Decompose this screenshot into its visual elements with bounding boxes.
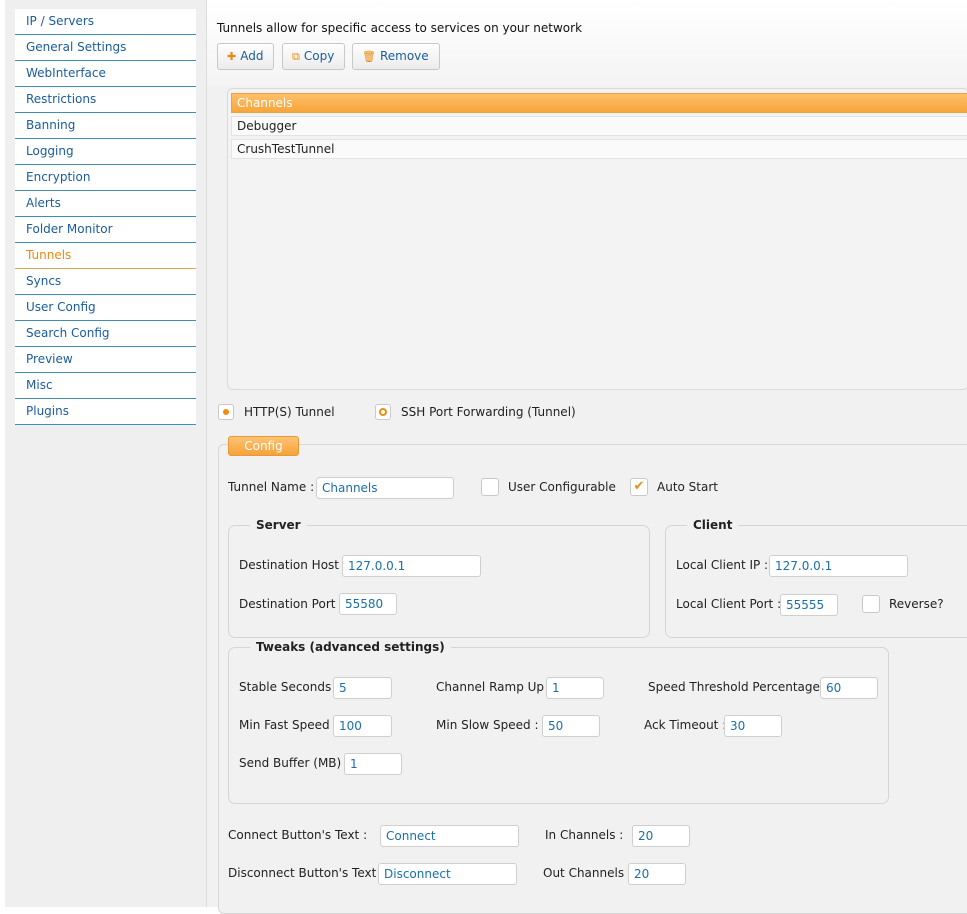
sidebar-item-logging[interactable]: Logging <box>15 139 196 165</box>
sidebar-item-misc[interactable]: Misc <box>15 373 196 399</box>
radio-selected-dot <box>223 409 229 415</box>
send-buffer-label: Send Buffer (MB) : <box>239 756 350 770</box>
sidebar-nav: IP / Servers General Settings WebInterfa… <box>15 9 196 425</box>
local-client-ip-label: Local Client IP : <box>676 558 769 572</box>
main-panel: Tunnels allow for specific access to ser… <box>207 0 967 914</box>
sidebar-item-alerts[interactable]: Alerts <box>15 191 196 217</box>
http-tunnel-radio[interactable] <box>218 404 234 420</box>
tunnel-name-label: Tunnel Name : <box>228 480 315 494</box>
page-description: Tunnels allow for specific access to ser… <box>217 21 583 35</box>
destination-host-label: Destination Host : <box>239 558 347 572</box>
connect-text-field[interactable]: Connect <box>380 825 519 847</box>
toolbar: Tunnels allow for specific access to ser… <box>207 0 967 86</box>
add-label: Add <box>240 49 264 63</box>
out-channels-field[interactable]: 20 <box>628 863 686 885</box>
add-button[interactable]: ✚ Add <box>217 43 275 70</box>
sidebar-item-ip-servers[interactable]: IP / Servers <box>15 9 196 35</box>
tunnel-list-item[interactable]: CrushTestTunnel <box>231 139 967 159</box>
connect-text-label: Connect Button's Text : <box>228 828 368 842</box>
user-configurable-label: User Configurable <box>508 480 616 494</box>
destination-port-label: Destination Port : <box>239 597 344 611</box>
remove-label: Remove <box>379 49 429 63</box>
ssh-forwarding-label: SSH Port Forwarding (Tunnel) <box>401 405 576 419</box>
remove-button[interactable]: 🗑 Remove <box>352 43 440 70</box>
stable-seconds-field[interactable]: 5 <box>333 677 392 699</box>
channel-ramp-up-field[interactable]: 1 <box>546 677 604 699</box>
sidebar-item-tunnels[interactable]: Tunnels <box>15 243 196 269</box>
sidebar-item-user-config[interactable]: User Config <box>15 295 196 321</box>
sidebar-item-webinterface[interactable]: WebInterface <box>15 61 196 87</box>
config-tab[interactable]: Config <box>228 436 299 456</box>
auto-start-label: Auto Start <box>657 480 718 494</box>
tunnel-name-field[interactable]: Channels <box>316 477 454 499</box>
disconnect-text-label: Disconnect Button's Text : <box>228 866 385 880</box>
tunnel-list: Channels Debugger CrushTestTunnel <box>227 88 967 390</box>
copy-button[interactable]: ⧉ Copy <box>282 43 346 70</box>
in-channels-label: In Channels : <box>545 828 624 842</box>
out-channels-label: Out Channels : <box>543 866 632 880</box>
ack-timeout-field[interactable]: 30 <box>724 715 782 737</box>
local-client-port-field[interactable]: 55555 <box>780 594 838 616</box>
server-group <box>228 525 650 638</box>
speed-threshold-field[interactable]: 60 <box>820 677 878 699</box>
sidebar-item-folder-monitor[interactable]: Folder Monitor <box>15 217 196 243</box>
tunnel-list-item[interactable]: Debugger <box>231 116 967 136</box>
copy-label: Copy <box>303 49 335 63</box>
tweaks-legend: Tweaks (advanced settings) <box>250 640 451 654</box>
local-client-ip-field[interactable]: 127.0.0.1 <box>769 555 908 577</box>
trash-icon: 🗑 <box>362 50 376 63</box>
disconnect-text-field[interactable]: Disconnect <box>378 863 517 885</box>
in-channels-field[interactable]: 20 <box>632 825 690 847</box>
min-fast-speed-label: Min Fast Speed : <box>239 718 338 732</box>
min-slow-speed-label: Min Slow Speed : <box>436 718 539 732</box>
local-client-port-label: Local Client Port : <box>676 597 782 611</box>
sidebar-item-encryption[interactable]: Encryption <box>15 165 196 191</box>
server-legend: Server <box>250 518 307 532</box>
client-group <box>665 525 967 638</box>
min-fast-speed-field[interactable]: 100 <box>333 715 392 737</box>
sidebar-item-preview[interactable]: Preview <box>15 347 196 373</box>
sidebar-item-syncs[interactable]: Syncs <box>15 269 196 295</box>
tunnel-list-item[interactable]: Channels <box>231 93 967 113</box>
client-legend: Client <box>687 518 739 532</box>
auto-start-checkbox[interactable]: ✔ <box>630 478 648 496</box>
sidebar-item-search-config[interactable]: Search Config <box>15 321 196 347</box>
ack-timeout-label: Ack Timeout : <box>644 718 727 732</box>
sidebar-item-general-settings[interactable]: General Settings <box>15 35 196 61</box>
speed-threshold-label: Speed Threshold Percentage : <box>648 680 828 694</box>
http-tunnel-label: HTTP(S) Tunnel <box>244 405 335 419</box>
plus-icon: ✚ <box>227 50 237 63</box>
send-buffer-field[interactable]: 1 <box>344 753 402 775</box>
sidebar-item-banning[interactable]: Banning <box>15 113 196 139</box>
sidebar-item-plugins[interactable]: Plugins <box>15 399 196 425</box>
user-configurable-checkbox[interactable] <box>481 478 499 496</box>
destination-port-field[interactable]: 55580 <box>339 593 397 615</box>
ssh-forwarding-radio[interactable] <box>375 404 391 420</box>
min-slow-speed-field[interactable]: 50 <box>542 715 600 737</box>
reverse-label: Reverse? <box>889 597 944 611</box>
radio-ring <box>379 408 387 416</box>
channel-ramp-up-label: Channel Ramp Up : <box>436 680 552 694</box>
sidebar-item-restrictions[interactable]: Restrictions <box>15 87 196 113</box>
reverse-checkbox[interactable] <box>862 595 880 613</box>
checkmark-icon: ✔ <box>633 479 645 494</box>
destination-host-field[interactable]: 127.0.0.1 <box>342 555 481 577</box>
copy-icon: ⧉ <box>292 50 300 63</box>
stable-seconds-label: Stable Seconds : <box>239 680 340 694</box>
sidebar: IP / Servers General Settings WebInterfa… <box>5 0 207 907</box>
